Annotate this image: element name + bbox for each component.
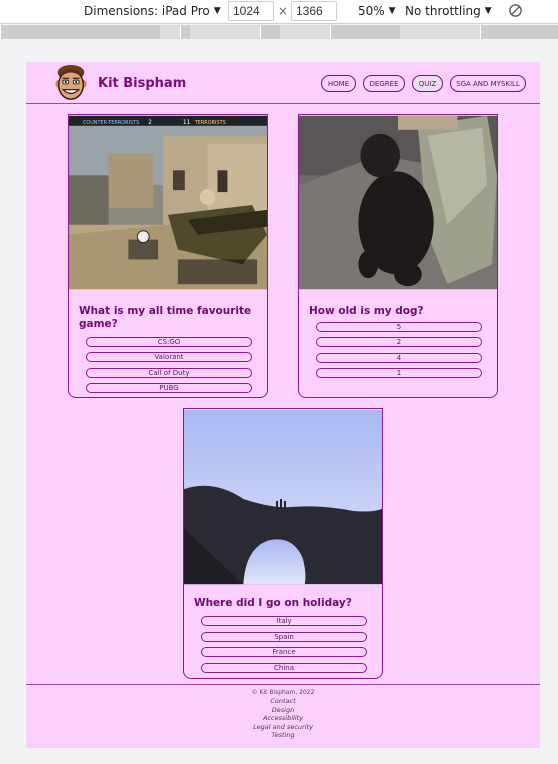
hud-left-score: 2: [148, 119, 152, 126]
copyright-text: © Kit Bispham, 2022: [251, 689, 315, 696]
zoom-label: 50%: [358, 4, 385, 18]
quiz-card-game: COUNTER-TERRORISTS 2 11 TERRORISTS What …: [68, 114, 268, 398]
footer-link-legal[interactable]: Legal and security: [26, 723, 540, 732]
chevron-down-icon: ▼: [388, 6, 396, 16]
quiz-card-dog: How old is my dog? 5 2 4 1: [298, 114, 498, 398]
answer-button[interactable]: Call of Duty: [86, 368, 252, 378]
hud-right-team: TERRORISTS: [194, 120, 226, 126]
answer-button[interactable]: 1: [316, 368, 482, 378]
chevron-down-icon: ▼: [213, 6, 221, 16]
throttle-label: No throttling: [405, 4, 481, 18]
footer-link-contact[interactable]: Contact: [26, 697, 540, 706]
answer-button[interactable]: 2: [316, 337, 482, 347]
dimensions-dropdown[interactable]: Dimensions: iPad Pro ▼: [84, 4, 221, 18]
width-input[interactable]: [228, 1, 274, 21]
chevron-down-icon: ▼: [484, 6, 492, 16]
answer-button[interactable]: Valorant: [86, 352, 252, 362]
nav-quiz[interactable]: QUIZ: [412, 75, 443, 92]
device-toolbar: Dimensions: iPad Pro ▼ × 50% ▼ No thrott…: [0, 0, 558, 24]
holiday-photo: [184, 409, 382, 585]
hud-right-score: 11: [183, 119, 191, 126]
throttle-dropdown[interactable]: No throttling ▼: [405, 4, 492, 18]
answer-button[interactable]: France: [201, 647, 367, 657]
question-text: What is my all time favourite game?: [79, 305, 252, 330]
nav-sga-myskill[interactable]: SGA AND MYSKILL: [450, 75, 526, 92]
answer-button[interactable]: Spain: [201, 632, 367, 642]
zoom-dropdown[interactable]: 50% ▼: [358, 4, 396, 18]
site-footer: © Kit Bispham, 2022 Contact Design Acces…: [26, 684, 540, 740]
footer-link-design[interactable]: Design: [26, 706, 540, 715]
media-query-ruler[interactable]: [0, 25, 558, 39]
nav-degree[interactable]: DEGREE: [363, 75, 405, 92]
hud-left-team: COUNTER-TERRORISTS: [83, 120, 139, 126]
quiz-card-holiday: Where did I go on holiday? Italy Spain F…: [183, 408, 383, 679]
answer-button[interactable]: 4: [316, 353, 482, 363]
page-viewport: Kit Bispham HOME DEGREE QUIZ SGA AND MYS…: [26, 62, 540, 748]
site-header: Kit Bispham HOME DEGREE QUIZ SGA AND MYS…: [26, 62, 540, 104]
rotate-icon[interactable]: [508, 3, 523, 18]
avatar: [55, 64, 87, 100]
footer-link-accessibility[interactable]: Accessibility: [26, 714, 540, 723]
height-input[interactable]: [291, 1, 337, 21]
site-title[interactable]: Kit Bispham: [98, 76, 186, 91]
game-screenshot: COUNTER-TERRORISTS 2 11 TERRORISTS: [69, 115, 267, 290]
question-text: Where did I go on holiday?: [194, 597, 352, 609]
footer-link-testing[interactable]: Testing: [26, 731, 540, 740]
times-icon: ×: [278, 4, 289, 18]
dimensions-label: Dimensions: iPad Pro: [84, 4, 210, 18]
question-text: How old is my dog?: [309, 305, 424, 317]
answer-button[interactable]: Italy: [201, 616, 367, 626]
answer-button[interactable]: 5: [316, 322, 482, 332]
dog-photo: [299, 115, 497, 290]
answer-button[interactable]: CS:GO: [86, 337, 252, 347]
answer-button[interactable]: China: [201, 663, 367, 673]
nav-home[interactable]: HOME: [321, 75, 356, 92]
answer-button[interactable]: PUBG: [86, 383, 252, 393]
